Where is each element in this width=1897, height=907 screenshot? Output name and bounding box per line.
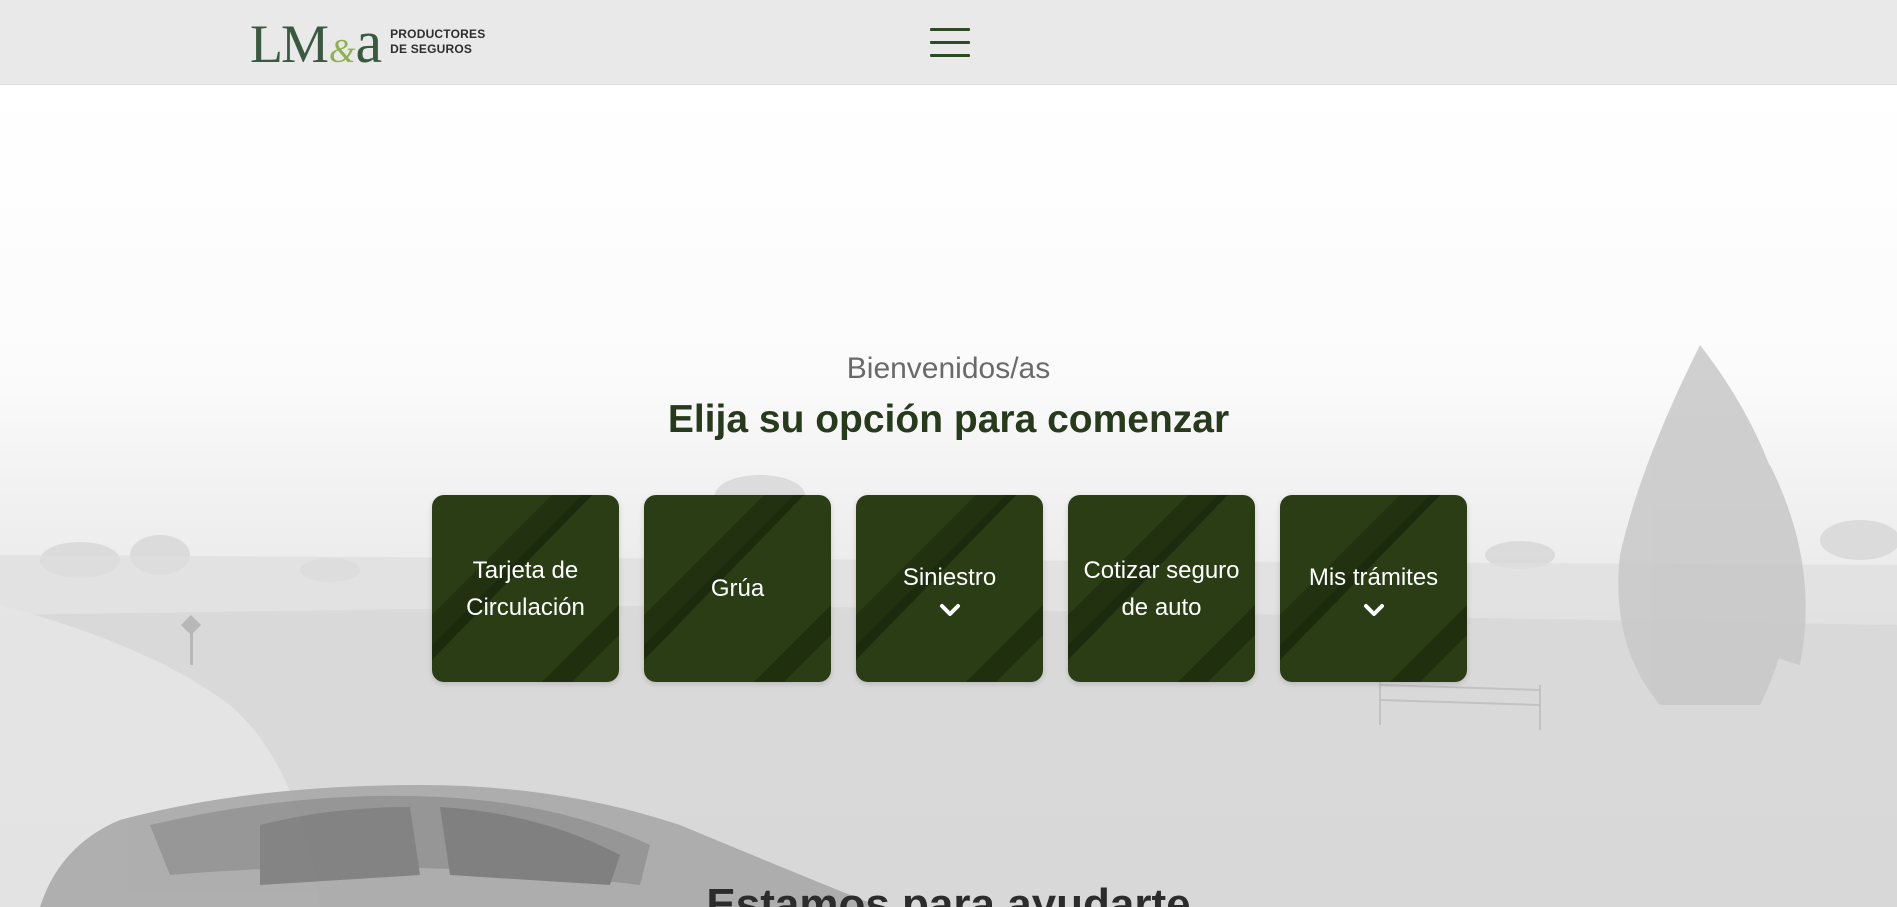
logo-mark: LM & a xyxy=(250,9,382,75)
option-card-mis-tramites[interactable]: Mis trámites xyxy=(1280,495,1467,682)
card-label: Mis trámites xyxy=(1308,564,1439,591)
brand-logo[interactable]: LM & a PRODUCTORES DE SEGUROS xyxy=(250,9,485,75)
welcome-text: Bienvenidos/as xyxy=(846,352,1051,385)
site-header: LM & a PRODUCTORES DE SEGUROS xyxy=(0,0,1897,85)
card-label: Siniestro xyxy=(902,564,997,591)
logo-ampersand: & xyxy=(329,33,355,70)
card-label: Cotizar seguro de auto xyxy=(1083,556,1240,621)
options-grid: Tarjeta de Circulación Grúa Siniestro Co… xyxy=(432,495,1467,682)
option-card-siniestro[interactable]: Siniestro xyxy=(856,495,1043,682)
card-label: Grúa xyxy=(710,575,765,602)
logo-tagline-line1: PRODUCTORES xyxy=(390,27,486,41)
page-headline: Elija su opción para comenzar xyxy=(667,398,1230,441)
section-title: Estamos para ayudarte xyxy=(706,880,1191,907)
option-card-grua[interactable]: Grúa xyxy=(644,495,831,682)
logo-tagline-line2: DE SEGUROS xyxy=(390,42,473,56)
card-label: Tarjeta de Circulación xyxy=(466,556,585,621)
option-card-tarjeta-circulacion[interactable]: Tarjeta de Circulación xyxy=(432,495,619,682)
chevron-down-icon xyxy=(1363,604,1384,616)
logo-letter-a: a xyxy=(355,9,382,75)
hamburger-menu-icon[interactable] xyxy=(930,28,970,58)
option-card-cotizar-seguro[interactable]: Cotizar seguro de auto xyxy=(1068,495,1255,682)
chevron-down-icon xyxy=(939,604,960,616)
logo-tagline: PRODUCTORES DE SEGUROS xyxy=(390,27,485,57)
logo-letters-lm: LM xyxy=(250,14,329,74)
